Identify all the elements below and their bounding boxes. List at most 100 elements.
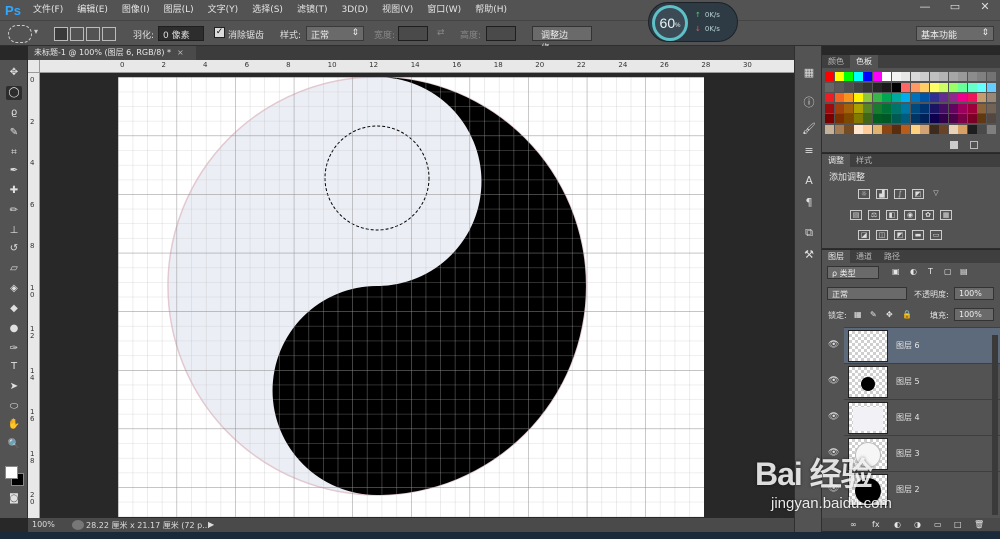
brightness-contrast-icon[interactable]: ☼ [858, 189, 870, 199]
invert-icon[interactable]: ◪ [858, 230, 870, 240]
color-swatch[interactable] [825, 124, 834, 134]
exposure-icon[interactable]: ◩ [912, 189, 924, 199]
fill-input[interactable]: 100% [954, 308, 994, 321]
intersect-selection-icon[interactable] [102, 27, 116, 41]
color-swatch[interactable] [825, 93, 834, 102]
layer-filter-select[interactable]: ρ 类型 [827, 266, 879, 279]
healing-brush-tool-icon[interactable]: ✚ [6, 184, 22, 198]
eraser-tool-icon[interactable]: ▱ [6, 262, 22, 276]
color-swatch[interactable] [920, 124, 929, 134]
color-swatch[interactable] [863, 103, 872, 113]
color-swatch[interactable] [844, 103, 853, 113]
height-input[interactable] [486, 26, 516, 41]
menu-help[interactable]: 帮助(H) [468, 0, 514, 20]
color-swatch[interactable] [958, 72, 967, 81]
blend-mode-select[interactable]: 正常 [827, 287, 907, 300]
layer-row[interactable]: 👁 图层 4 [828, 399, 1000, 435]
quick-selection-tool-icon[interactable]: ✎ [6, 126, 22, 140]
type-tool-icon[interactable]: T [6, 360, 22, 374]
color-swatch[interactable] [891, 103, 901, 113]
close-tab-icon[interactable]: × [177, 48, 184, 57]
tab-layers[interactable]: 图层 [822, 250, 850, 263]
filter-adjustment-icon[interactable]: ◐ [910, 267, 917, 276]
color-swatch[interactable] [920, 114, 929, 123]
posterize-icon[interactable]: ◫ [876, 230, 888, 240]
color-swatch[interactable] [939, 124, 948, 134]
color-swatch[interactable] [872, 93, 882, 102]
paragraph-panel-icon[interactable]: ¶ [801, 196, 817, 210]
color-swatch[interactable] [901, 93, 910, 102]
path-selection-tool-icon[interactable]: ➤ [6, 380, 22, 394]
color-swatch[interactable] [844, 82, 853, 92]
layer-row[interactable]: 👁 图层 5 [828, 363, 1000, 399]
elliptical-marquee-tool-icon[interactable]: ◯ [6, 86, 22, 100]
antialias-checkbox[interactable]: ✓ [214, 27, 225, 38]
blur-tool-icon[interactable]: ◆ [6, 302, 22, 316]
curves-icon[interactable]: ∫ [894, 189, 906, 199]
color-swatch[interactable] [929, 124, 939, 134]
opacity-input[interactable]: 100% [954, 287, 994, 300]
new-group-icon[interactable]: ▭ [934, 520, 942, 529]
color-swatch[interactable] [948, 124, 958, 134]
layers-scrollbar[interactable] [992, 335, 998, 515]
color-swatch[interactable] [853, 93, 863, 102]
color-swatch[interactable] [948, 72, 958, 81]
eyedropper-tool-icon[interactable]: ✒ [6, 164, 22, 178]
color-swatch[interactable] [929, 114, 939, 123]
minimize-button[interactable]: — [910, 0, 940, 16]
color-swatch[interactable] [901, 103, 910, 113]
tab-color[interactable]: 颜色 [822, 55, 850, 68]
canvas[interactable] [118, 77, 704, 517]
color-swatch[interactable] [834, 114, 844, 123]
new-selection-icon[interactable] [54, 27, 68, 41]
network-speed-widget[interactable]: 60% ↑ 0K/s ↓ 0K/s [648, 2, 738, 42]
color-swatch[interactable] [872, 103, 882, 113]
layer-name[interactable]: 图层 6 [896, 340, 920, 351]
menu-layer[interactable]: 图层(L) [157, 0, 201, 20]
color-swatch[interactable] [872, 82, 882, 92]
color-swatch[interactable] [939, 114, 948, 123]
color-swatch[interactable] [958, 124, 967, 134]
vibrance-icon[interactable]: ▽ [930, 189, 942, 199]
color-swatch[interactable] [910, 72, 920, 81]
brush-panel-icon[interactable]: 🖌 [801, 122, 817, 136]
brush-tool-icon[interactable]: ✏ [6, 204, 22, 218]
character-panel-icon[interactable]: A [801, 174, 817, 188]
subtract-from-selection-icon[interactable] [86, 27, 100, 41]
color-swatch[interactable] [834, 103, 844, 113]
color-swatch[interactable] [834, 72, 844, 81]
color-swatch[interactable] [920, 103, 929, 113]
color-swatch[interactable] [977, 72, 986, 81]
swap-icon[interactable]: ⇄ [437, 28, 445, 38]
color-swatch[interactable] [920, 82, 929, 92]
color-swatch[interactable] [844, 72, 853, 81]
layer-name[interactable]: 图层 4 [896, 412, 920, 423]
lock-transparency-icon[interactable]: ▦ [854, 310, 862, 319]
layer-row[interactable]: 👁 图层 2 [828, 471, 1000, 507]
color-swatch[interactable] [882, 72, 891, 81]
color-swatch[interactable] [872, 72, 882, 81]
hand-tool-icon[interactable]: ✋ [6, 418, 22, 432]
menu-filter[interactable]: 滤镜(T) [290, 0, 335, 20]
link-layers-icon[interactable]: ∞ [850, 520, 857, 529]
delete-layer-icon[interactable]: 🗑 [974, 520, 984, 529]
color-swatch[interactable] [872, 114, 882, 123]
layer-name[interactable]: 图层 5 [896, 376, 920, 387]
doc-info-icon[interactable] [72, 520, 84, 530]
color-swatch[interactable] [825, 114, 834, 123]
clone-stamp-tool-icon[interactable]: ⊥ [6, 224, 22, 238]
color-swatch[interactable] [882, 103, 891, 113]
color-swatch[interactable] [834, 124, 844, 134]
color-swatch[interactable] [967, 93, 977, 102]
color-swatch[interactable] [891, 124, 901, 134]
status-menu-arrow-icon[interactable]: ▶ [208, 520, 214, 529]
threshold-icon[interactable]: ◩ [894, 230, 906, 240]
color-swatch[interactable] [967, 114, 977, 123]
color-swatch[interactable] [948, 114, 958, 123]
color-swatch[interactable] [901, 72, 910, 81]
selective-color-icon[interactable]: ▭ [930, 230, 942, 240]
color-swatch[interactable] [958, 103, 967, 113]
delete-swatch-icon[interactable] [970, 141, 978, 149]
tab-adjustments[interactable]: 调整 [822, 154, 850, 167]
hue-saturation-icon[interactable]: ▤ [850, 210, 862, 220]
